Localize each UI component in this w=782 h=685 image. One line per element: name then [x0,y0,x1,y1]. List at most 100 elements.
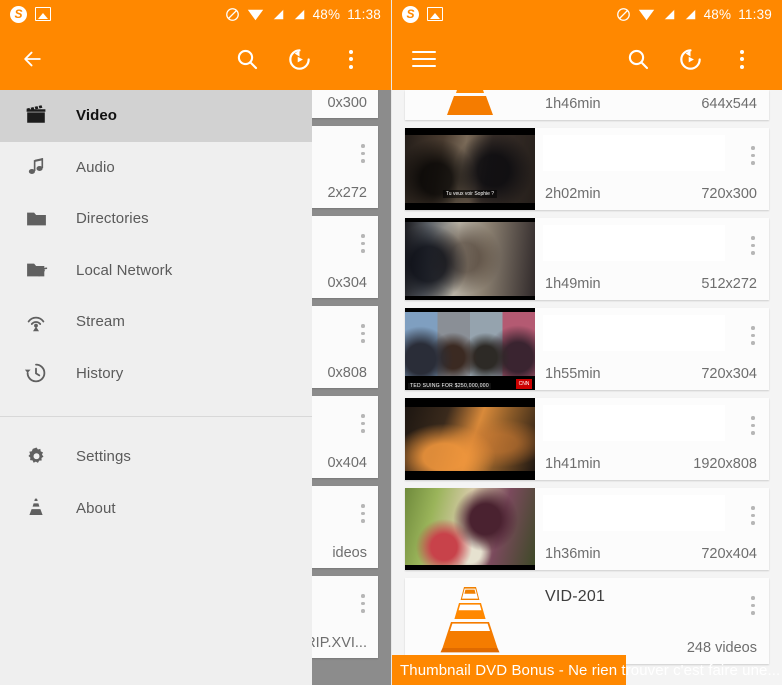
overflow-menu-icon[interactable] [751,506,755,525]
search-icon[interactable] [221,33,273,85]
overflow-menu-icon [361,504,365,523]
thumbnail-logo: CNN [516,379,532,389]
hamburger-menu-icon[interactable] [406,33,452,85]
status-bar-right: S 48% 11:39 [392,0,782,28]
status-bar-notification-icons: S [402,5,443,23]
video-meta: 2h02min 720x300 [535,128,769,210]
resolution-label: 0x808 [327,365,367,381]
duration-label: 1h49min [545,276,601,292]
resume-playback-icon[interactable] [664,33,716,85]
folder-title: VID-201 [545,588,606,605]
history-clock-icon [14,361,58,385]
video-thumbnail: TED SUING FOR $250,000,000 CNN [405,308,535,390]
video-title-redacted [543,225,725,261]
sidebar-item-local-network[interactable]: Local Network [0,245,312,297]
skype-icon: S [10,5,27,23]
sidebar-item-label: Directories [76,210,149,228]
resolution-label: ideos [332,545,367,561]
gear-icon [14,445,58,468]
video-thumbnail [405,488,535,570]
stream-antenna-icon [14,310,58,334]
resolution-label: 0x300 [327,95,367,111]
music-note-icon [14,155,58,179]
clock: 11:38 [347,6,381,22]
signal-off-icon [662,7,675,21]
wifi-icon [638,9,654,21]
vlc-cone-thumbnail [405,90,535,120]
sidebar-item-label: Video [76,107,118,125]
video-title-redacted [543,405,725,441]
sidebar-item-label: Local Network [76,261,173,279]
video-meta: 1h55min 720x304 [535,308,769,390]
video-list-item[interactable]: 1h36min 720x404 [405,488,769,570]
drawer-divider [0,416,312,417]
overflow-menu-icon[interactable] [751,326,755,345]
overflow-menu-icon[interactable] [325,33,377,85]
video-thumbnail: Tu veux voir Sophie ? [405,128,535,210]
do-not-disturb-icon [616,7,630,21]
video-meta: 1h36min 720x404 [535,488,769,570]
video-meta: 1h49min 512x272 [535,218,769,300]
sidebar-item-label: Audio [76,158,115,176]
resolution-label: 720x404 [701,546,757,562]
toast-message: Thumbnail DVD Bonus - Ne rien trouver c'… [392,655,782,685]
resolution-label: 720x300 [701,186,757,202]
do-not-disturb-icon [225,7,239,21]
toast-text: Thumbnail DVD Bonus - Ne rien trouver c'… [400,661,781,679]
image-icon [427,7,443,21]
duration-label: 1h46min [545,96,601,112]
video-meta: VID-201 248 videos [535,578,769,664]
sidebar-item-label: Stream [76,313,125,331]
video-title-redacted [543,135,725,171]
duration-label: 1h36min [545,546,601,562]
dual-screenshot-container: S 48% 11:38 0x300 2x272 0x304 0x808 0x40… [0,0,782,685]
overflow-menu-icon[interactable] [751,146,755,165]
signal-off-icon [271,7,284,21]
wifi-icon [247,9,263,21]
video-list-item[interactable]: TED SUING FOR $250,000,000 CNN 1h55min 7… [405,308,769,390]
resolution-label: 0x404 [327,455,367,471]
video-meta: 1h41min 1920x808 [535,398,769,480]
vlc-cone-icon [14,496,58,520]
overflow-menu-icon [361,324,365,343]
sidebar-item-label: About [76,499,116,517]
search-icon[interactable] [612,33,664,85]
video-folder-item[interactable]: VID-201 248 videos [405,578,769,664]
resolution-label: 720x304 [701,366,757,382]
sidebar-item-audio[interactable]: Audio [0,142,312,194]
overflow-menu-icon [361,234,365,253]
overflow-menu-icon[interactable] [751,596,755,615]
sidebar-item-about[interactable]: About [0,483,312,535]
app-bar-right [392,28,782,90]
resume-playback-icon[interactable] [273,33,325,85]
sidebar-item-label: Settings [76,448,131,466]
video-list[interactable]: 1h46min 644x544 Tu veux voir Sophie ? 2h… [392,90,782,685]
duration-label: 2h02min [545,186,601,202]
app-bar-left [0,28,391,90]
status-bar-system-icons: 48% 11:38 [225,7,381,22]
vlc-cone-thumbnail [405,578,535,664]
video-title-redacted [543,315,725,351]
video-list-item[interactable]: 1h41min 1920x808 [405,398,769,480]
sidebar-item-stream[interactable]: Stream [0,296,312,348]
duration-label: 1h41min [545,456,601,472]
overflow-menu-icon[interactable] [751,236,755,255]
folder-icon [14,207,58,231]
network-folder-icon [14,258,58,282]
left-screen: S 48% 11:38 0x300 2x272 0x304 0x808 0x40… [0,0,391,685]
back-arrow-icon[interactable] [14,33,60,85]
overflow-menu-icon [361,144,365,163]
sidebar-item-settings[interactable]: Settings [0,431,312,483]
sidebar-item-directories[interactable]: Directories [0,193,312,245]
duration-label: 1h55min [545,366,601,382]
resolution-label: 0x304 [327,275,367,291]
video-thumbnail [405,218,535,300]
overflow-menu-icon[interactable] [751,416,755,435]
sidebar-item-video[interactable]: Video [0,90,312,142]
video-list-item[interactable]: 1h46min 644x544 [405,90,769,120]
video-list-item[interactable]: 1h49min 512x272 [405,218,769,300]
sidebar-item-label: History [76,364,124,382]
sidebar-item-history[interactable]: History [0,348,312,400]
overflow-menu-icon[interactable] [716,33,768,85]
video-list-item[interactable]: Tu veux voir Sophie ? 2h02min 720x300 [405,128,769,210]
